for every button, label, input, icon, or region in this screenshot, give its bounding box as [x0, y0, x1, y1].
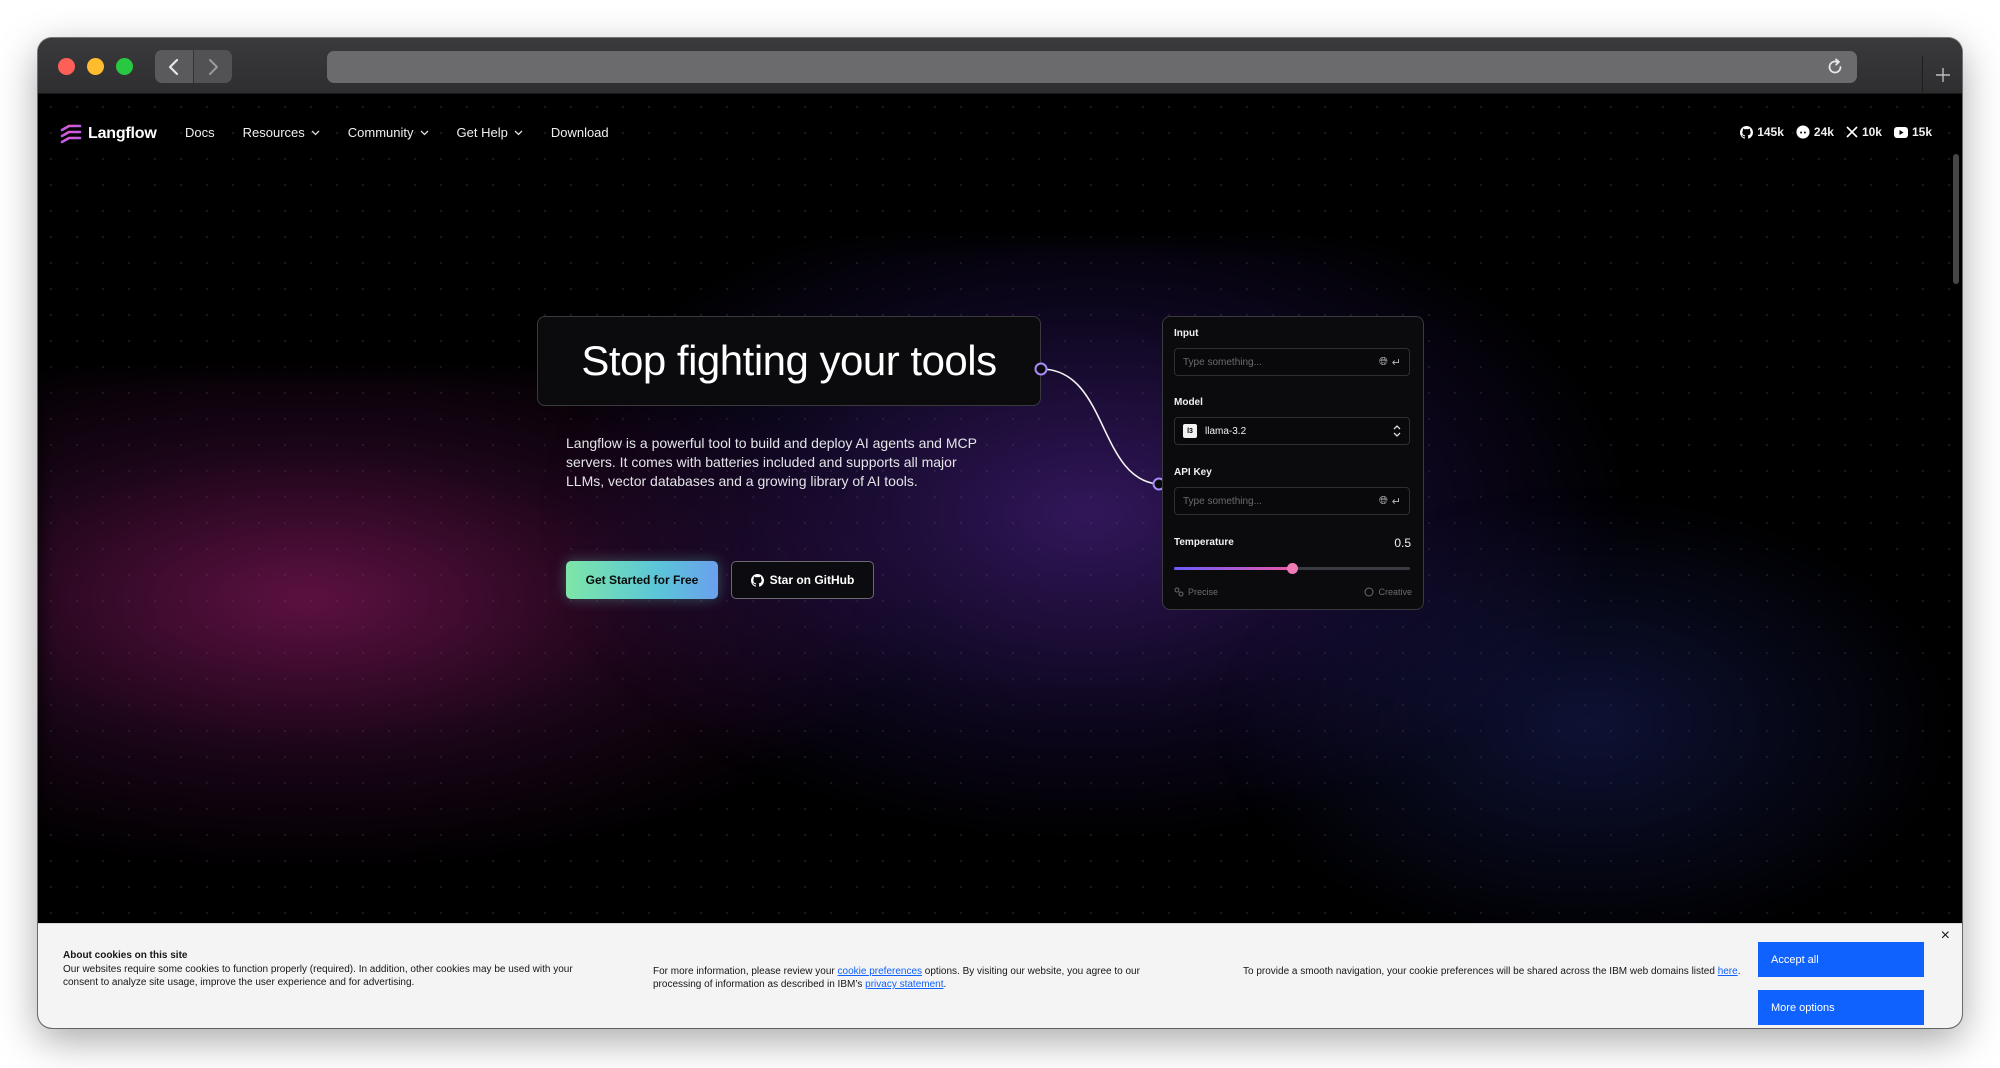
- temperature-label: Temperature: [1174, 537, 1234, 548]
- api-key-label: API Key: [1174, 467, 1212, 478]
- nav-item-community[interactable]: Community: [348, 125, 429, 140]
- cookie-preferences-link[interactable]: cookie preferences: [838, 966, 923, 977]
- enter-icon: ↵: [1391, 356, 1401, 369]
- slider-thumb[interactable]: [1287, 563, 1298, 574]
- llama-model-icon: l3: [1183, 424, 1197, 438]
- nav-item-label: Resources: [242, 125, 305, 140]
- new-tab-button[interactable]: [1922, 56, 1962, 94]
- privacy-statement-link[interactable]: privacy statement: [865, 979, 943, 990]
- github-icon: [1740, 125, 1754, 139]
- main-menu: Docs Resources Community Get Help Downlo…: [185, 125, 609, 140]
- globe-icon: 🌐︎: [1378, 494, 1388, 507]
- chevron-right-icon: [209, 58, 218, 75]
- input-placeholder: Type something...: [1183, 356, 1262, 368]
- creative-hint: Creative: [1364, 587, 1412, 597]
- nav-item-download[interactable]: Download: [551, 125, 609, 140]
- site-header: Langflow Docs Resources Community Get He…: [38, 94, 1962, 174]
- temperature-slider[interactable]: [1174, 563, 1410, 574]
- cookie-text: To provide a smooth navigation, your coo…: [1243, 966, 1718, 977]
- nav-item-get-help[interactable]: Get Help: [457, 125, 523, 140]
- nav-item-label: Community: [347, 125, 414, 140]
- x-count: 10k: [1861, 125, 1882, 139]
- precise-hint: Precise: [1174, 587, 1218, 597]
- domains-here-link[interactable]: here: [1718, 966, 1738, 977]
- forward-button[interactable]: [194, 50, 232, 83]
- logo-text: Langflow: [88, 125, 157, 142]
- discord-icon: [1796, 125, 1810, 139]
- headline-box: Stop fighting your tools: [537, 316, 1041, 406]
- creative-label: Creative: [1378, 587, 1412, 597]
- chevron-left-icon: [168, 58, 179, 75]
- zoom-window-button[interactable]: [116, 58, 133, 75]
- chevron-up-down-icon: [1393, 425, 1401, 437]
- model-value: llama-3.2: [1205, 425, 1247, 437]
- langflow-logo-icon: [60, 124, 82, 144]
- social-x[interactable]: 10k: [1846, 125, 1882, 139]
- social-links: 145k 24k 10k 15k: [1740, 125, 1932, 139]
- chevron-down-icon: [311, 130, 320, 135]
- cookie-banner: × About cookies on this site Our website…: [38, 923, 1962, 1028]
- cookie-text-info: For more information, please review your…: [653, 965, 1173, 991]
- model-select[interactable]: l3 llama-3.2: [1174, 417, 1410, 445]
- input-field[interactable]: Type something... 🌐︎ ↵: [1174, 348, 1410, 376]
- social-youtube[interactable]: 15k: [1893, 125, 1932, 139]
- cookie-title: About cookies on this site: [63, 950, 188, 961]
- plus-icon: [1935, 68, 1950, 82]
- enter-icon: ↵: [1391, 495, 1401, 508]
- cookie-text-domains: To provide a smooth navigation, your coo…: [1243, 965, 1763, 978]
- close-window-button[interactable]: [58, 58, 75, 75]
- nav-item-label: Get Help: [456, 125, 508, 140]
- youtube-icon: [1893, 126, 1908, 138]
- nav-item-resources[interactable]: Resources: [243, 125, 320, 140]
- star-on-github-button[interactable]: Star on GitHub: [731, 561, 874, 599]
- chevron-down-icon: [514, 130, 523, 135]
- api-key-field[interactable]: Type something... 🌐︎ ↵: [1174, 487, 1410, 515]
- model-label: Model: [1174, 397, 1203, 408]
- slider-fill: [1174, 567, 1292, 570]
- close-icon[interactable]: ×: [1941, 927, 1950, 945]
- social-github[interactable]: 145k: [1740, 125, 1784, 139]
- back-button[interactable]: [155, 50, 193, 83]
- nav-item-label: Download: [550, 125, 609, 140]
- globe-icon: 🌐︎: [1378, 355, 1388, 368]
- more-options-button[interactable]: More options: [1758, 990, 1924, 1025]
- cookie-text: .: [1737, 966, 1741, 977]
- youtube-count: 15k: [1911, 125, 1932, 139]
- github-icon: [750, 573, 764, 587]
- nav-item-docs[interactable]: Docs: [185, 125, 215, 140]
- minimize-window-button[interactable]: [87, 58, 104, 75]
- hero-description: Langflow is a powerful tool to build and…: [566, 435, 977, 489]
- page-scrollbar[interactable]: [1953, 154, 1959, 284]
- cookie-text: .: [943, 979, 947, 990]
- accept-all-button[interactable]: Accept all: [1758, 942, 1924, 977]
- get-started-button[interactable]: Get Started for Free: [566, 561, 718, 599]
- discord-count: 24k: [1813, 125, 1834, 139]
- x-icon: [1846, 126, 1858, 138]
- reload-icon[interactable]: [1825, 57, 1845, 77]
- cookie-text-required: Our websites require some cookies to fun…: [63, 964, 573, 988]
- component-card: Input Type something... 🌐︎ ↵ Model l3 ll…: [1162, 316, 1424, 610]
- browser-window: Langflow Docs Resources Community Get He…: [38, 38, 1962, 1028]
- page-viewport: Langflow Docs Resources Community Get He…: [38, 94, 1962, 1028]
- nav-item-label: Docs: [185, 125, 215, 140]
- input-label: Input: [1174, 328, 1199, 339]
- precise-icon: [1174, 587, 1184, 597]
- social-discord[interactable]: 24k: [1796, 125, 1834, 139]
- github-count: 145k: [1757, 125, 1784, 139]
- address-bar[interactable]: [327, 51, 1857, 83]
- cookie-text: For more information, please review your: [653, 966, 838, 977]
- creative-icon: [1364, 587, 1374, 597]
- langflow-logo[interactable]: Langflow: [60, 124, 157, 144]
- chevron-down-icon: [420, 130, 428, 135]
- hero-headline: Stop fighting your tools: [581, 337, 997, 384]
- precise-label: Precise: [1188, 587, 1219, 597]
- temperature-value: 0.5: [1394, 536, 1411, 550]
- api-key-placeholder: Type something...: [1183, 495, 1262, 507]
- browser-toolbar: [38, 38, 1962, 94]
- star-on-github-label: Star on GitHub: [769, 573, 855, 587]
